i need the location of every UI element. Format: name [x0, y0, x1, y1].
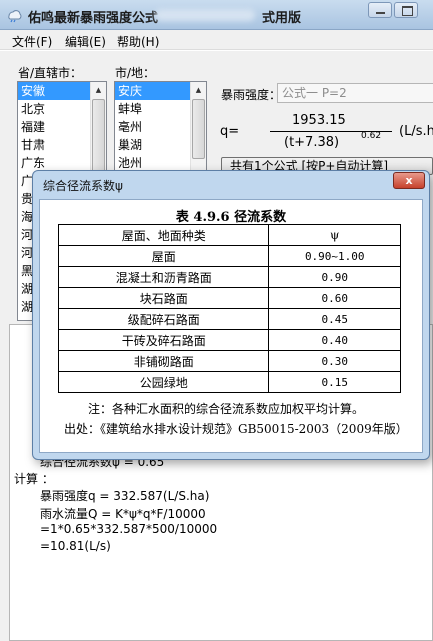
app-icon: [8, 10, 22, 23]
surface-type-cell: 级配碎石路面: [57, 308, 270, 330]
city-list[interactable]: 安庆 蚌埠 亳州 巢湖 池州 ▲: [114, 81, 207, 171]
table-source: 出处：《建筑给水排水设计规范》GB50015-2003（2009年版）: [64, 422, 408, 436]
psi-value-cell: 0.30: [268, 350, 401, 372]
flow-substitution: =1*0.65*332.587*500/10000: [40, 522, 218, 536]
close-icon: x: [405, 174, 413, 187]
psi-value-cell: 0.40: [268, 329, 401, 351]
table-row: 干砖及碎石路面 0.40: [57, 329, 401, 351]
menu-help[interactable]: 帮助(H): [117, 33, 159, 50]
storm-intensity-result: 暴雨强度q = 332.587(L/S.ha): [40, 489, 210, 503]
redacted-title-area: [155, 9, 255, 21]
table-row: 混凝土和沥青路面 0.90: [57, 266, 401, 288]
surface-type-cell: 混凝土和沥青路面: [57, 266, 270, 288]
psi-value-cell: 0.90~1.00: [268, 245, 401, 267]
title-bar: 佑鸣最新暴雨强度公式 式用版: [0, 0, 433, 30]
scroll-thumb[interactable]: [192, 99, 205, 159]
dialog-body: 表 4.9.6 径流系数 屋面、地面种类 ψ 屋面 0.90~1.00 混凝土和沥青…: [39, 199, 423, 453]
table-row: 级配碎石路面 0.45: [57, 308, 401, 330]
rain-intensity-label: 暴雨强度：: [221, 88, 282, 102]
psi-value-cell: 0.15: [268, 371, 401, 393]
city-scrollbar[interactable]: ▲: [190, 82, 206, 170]
surface-type-cell: 公园绿地: [57, 371, 270, 393]
calc-header: 计算 ：: [14, 472, 54, 486]
flow-result: =10.81(L/s): [40, 539, 111, 553]
window-title: 佑鸣最新暴雨强度公式: [28, 11, 159, 26]
psi-value-cell: 0.90: [268, 266, 401, 288]
dialog-title: 综合径流系数ψ: [43, 179, 123, 193]
table-row: 块石路面 0.60: [57, 287, 401, 309]
formula-exponent: 0.62: [361, 131, 382, 141]
menu-edit[interactable]: 编辑(E): [65, 33, 106, 50]
menu-file[interactable]: 文件(F): [12, 33, 52, 50]
maximize-button[interactable]: [394, 2, 418, 18]
table-row: 屋面 0.90~1.00: [57, 245, 401, 267]
flow-formula: 雨水流量Q = K*ψ*q*F/10000: [40, 507, 206, 521]
column-header-surface: 屋面、地面种类: [57, 224, 270, 246]
formula-unit: (L/s.ha): [399, 124, 433, 139]
table-row: 非铺砌路面 0.30: [57, 350, 401, 372]
surface-type-cell: 屋面: [57, 245, 270, 267]
menu-bar: 文件(F) 编辑(E) 帮助(H): [0, 30, 433, 50]
psi-value-cell: 0.45: [268, 308, 401, 330]
surface-type-cell: 块石路面: [57, 287, 270, 309]
formula-q: q=: [220, 124, 240, 139]
surface-type-cell: 非铺砌路面: [57, 350, 270, 372]
surface-type-cell: 干砖及碎石路面: [57, 329, 270, 351]
table-title: 表 4.9.6 径流系数: [175, 210, 287, 225]
province-label: 省/直辖市：: [18, 66, 83, 80]
window-title-tail: 式用版: [262, 11, 302, 26]
runoff-table: 屋面、地面种类 ψ 屋面 0.90~1.00 混凝土和沥青路面 0.90 块石路面 0.6…: [57, 224, 401, 393]
runoff-coefficient-dialog: 综合径流系数ψ x 表 4.9.6 径流系数 屋面、地面种类 ψ 屋面 0.90~…: [32, 170, 430, 460]
scroll-up-icon[interactable]: ▲: [91, 82, 106, 98]
table-note: 注：各种汇水面积的综合径流系数应加权平均计算。: [88, 402, 365, 416]
formula-numerator: 1953.15: [292, 113, 346, 128]
close-button[interactable]: x: [393, 172, 425, 189]
city-label: 市/地：: [115, 66, 156, 80]
table-row: 公园绿地 0.15: [57, 371, 401, 393]
formula-denominator: (t+7.38): [284, 135, 340, 150]
scroll-up-icon[interactable]: ▲: [191, 82, 206, 98]
psi-value-cell: 0.60: [268, 287, 401, 309]
formula-select[interactable]: 公式一 P=2: [277, 83, 433, 103]
minimize-button[interactable]: [368, 2, 392, 18]
column-header-psi: ψ: [268, 224, 401, 246]
